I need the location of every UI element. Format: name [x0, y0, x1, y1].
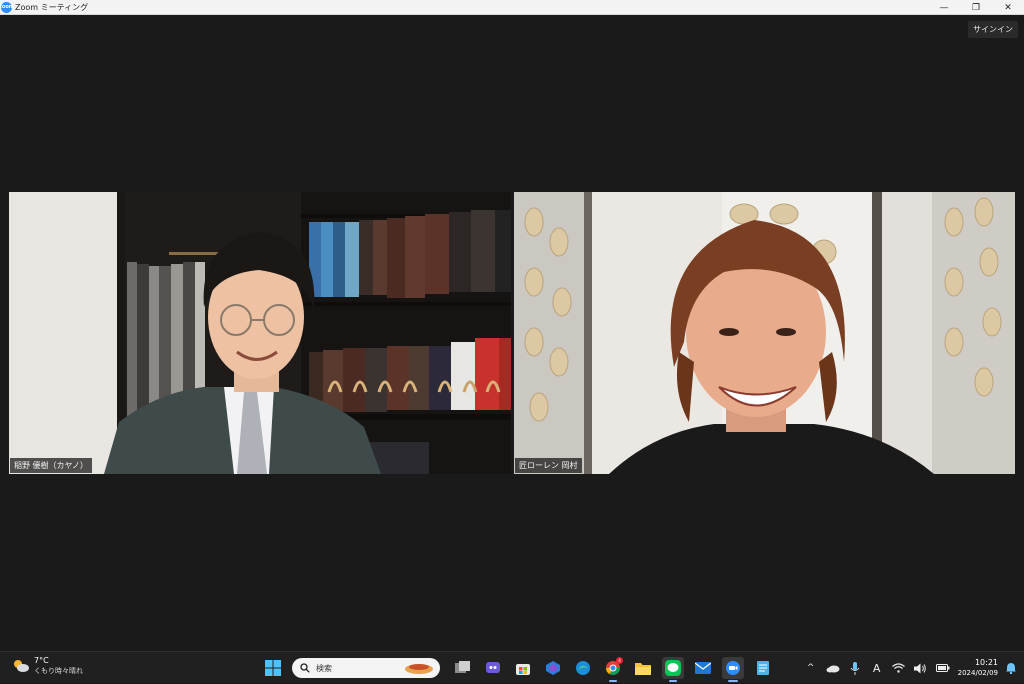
edge-icon[interactable]: [572, 657, 594, 679]
microphone-icon[interactable]: [848, 661, 862, 675]
taskbar: 7°C くもり時々晴れ 検索 4 ^ A 10:21 2024/02/09: [0, 651, 1024, 683]
weather-description: くもり時々晴れ: [34, 667, 83, 675]
video-tile-participant-2[interactable]: 匠ローレン 岡村: [514, 192, 1015, 474]
search-icon: [300, 663, 310, 673]
window-controls: — ❐ ✕: [928, 0, 1024, 15]
window-titlebar: zoom Zoom ミーティング — ❐ ✕: [0, 0, 1024, 15]
participant-name-label: 匠ローレン 岡村: [515, 458, 582, 473]
ime-glyph: A: [872, 661, 881, 675]
search-highlight-icon: [405, 664, 433, 674]
partly-cloudy-icon: [12, 658, 30, 674]
participant-name-label: 稲野 優樹（カヤノ）: [10, 458, 92, 473]
chevron-glyph: ^: [806, 663, 815, 673]
minimize-icon: —: [939, 2, 949, 13]
onedrive-icon[interactable]: [826, 661, 840, 675]
zoom-icon-text: zoom: [0, 4, 14, 10]
copilot-icon[interactable]: [482, 657, 504, 679]
close-button[interactable]: ✕: [992, 0, 1024, 15]
video-tile-participant-1[interactable]: 稲野 優樹（カヤノ）: [9, 192, 511, 474]
notification-bell-icon[interactable]: [1004, 661, 1018, 675]
close-icon: ✕: [1004, 2, 1012, 13]
notepad-icon[interactable]: [752, 657, 774, 679]
window-title: Zoom ミーティング: [15, 2, 89, 12]
chevron-up-icon[interactable]: ^: [804, 661, 818, 675]
video-feed-participant-2: [514, 192, 1015, 474]
taskbar-clock[interactable]: 10:21 2024/02/09: [958, 658, 998, 678]
weather-temperature: 7°C: [34, 656, 49, 665]
notification-badge: 4: [616, 657, 623, 664]
video-feed-participant-1: [9, 192, 511, 474]
zoom-icon: zoom: [0, 1, 14, 13]
store-icon[interactable]: [512, 657, 534, 679]
meeting-area: サインイン 稲野 優樹（カヤノ） 匠ローレン 岡村: [0, 15, 1024, 651]
line-icon[interactable]: [662, 657, 684, 682]
battery-icon[interactable]: [935, 661, 950, 675]
task-view-icon[interactable]: [452, 657, 474, 679]
clock-date: 2024/02/09: [957, 669, 998, 677]
running-indicator: [728, 680, 738, 682]
running-indicator: [669, 680, 677, 682]
restore-icon: ❐: [971, 2, 981, 13]
wifi-icon[interactable]: [892, 661, 906, 675]
signin-button[interactable]: サインイン: [968, 21, 1018, 38]
restore-button[interactable]: ❐: [960, 0, 992, 15]
running-indicator: [609, 680, 617, 682]
chrome-icon[interactable]: 4: [602, 657, 624, 682]
file-explorer-icon[interactable]: [632, 657, 654, 679]
ime-indicator[interactable]: A: [870, 661, 884, 675]
volume-icon[interactable]: [914, 661, 928, 675]
clock-time: 10:21: [974, 658, 998, 667]
minimize-button[interactable]: —: [928, 0, 960, 15]
start-icon[interactable]: [262, 657, 284, 679]
taskbar-search-box[interactable]: 検索: [292, 658, 440, 678]
search-placeholder: 検索: [316, 663, 332, 673]
zoom-icon[interactable]: [722, 657, 744, 682]
taskbar-apps: 検索 4: [262, 656, 782, 682]
system-tray: ^ A 10:21 2024/02/09: [804, 652, 1024, 684]
bing-icon[interactable]: [542, 657, 564, 679]
mail-icon[interactable]: [692, 657, 714, 679]
weather-widget[interactable]: 7°C くもり時々晴れ: [12, 656, 83, 676]
